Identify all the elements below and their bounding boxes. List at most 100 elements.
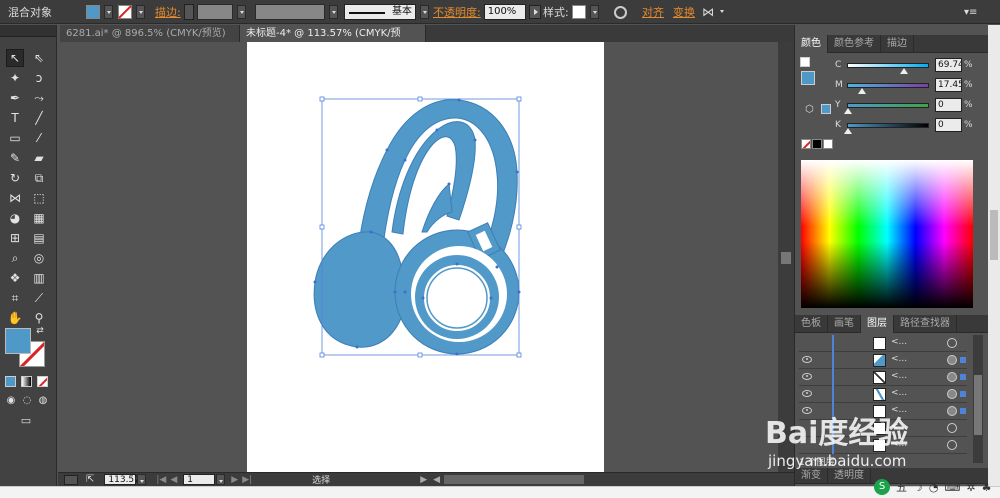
keyboard-icon[interactable]: ⌨ [944, 481, 960, 494]
opacity-label[interactable]: 不透明度: [433, 4, 481, 20]
black-value-input[interactable]: 0 [935, 118, 962, 132]
gradient-tool-icon[interactable]: ▤ [30, 229, 48, 247]
tab-gradient[interactable]: 渐变 [795, 468, 828, 484]
fill-swatch-control[interactable] [86, 4, 113, 20]
outer-scroll-thumb[interactable] [990, 210, 998, 260]
eraser-tool-icon[interactable]: ▰ [30, 149, 48, 167]
mesh-tool-icon[interactable]: ⊞ [6, 229, 24, 247]
magenta-slider[interactable] [847, 82, 929, 94]
last-artboard-icon[interactable]: ▶| [242, 475, 252, 485]
black-swatch[interactable] [812, 139, 822, 149]
canvas-area[interactable] [58, 42, 794, 472]
none-swatch[interactable] [801, 139, 811, 149]
target-icon[interactable] [947, 406, 957, 416]
draw-normal-icon[interactable]: ◉ [4, 393, 18, 407]
color-panel-fill-swatch[interactable] [801, 71, 815, 85]
selected-indicator[interactable] [960, 408, 966, 414]
curvature-tool-icon[interactable]: ⤳ [30, 89, 48, 107]
slice-tool-icon[interactable]: ⟋ [30, 289, 48, 307]
visibility-eye-icon[interactable] [802, 373, 812, 380]
share-icon[interactable]: ⇱ [86, 474, 94, 485]
stroke-weight-stepper[interactable] [183, 4, 194, 20]
recolor-artwork-icon[interactable] [614, 5, 627, 19]
zoom-level-input[interactable]: 113.57 [104, 474, 140, 485]
pen-tool-icon[interactable]: ✒ [6, 89, 24, 107]
selected-indicator[interactable] [960, 374, 966, 380]
visibility-eye-icon[interactable] [802, 390, 812, 397]
control-panel-menu-icon[interactable]: ▾≡ [964, 7, 977, 18]
tab-color[interactable]: 颜色 [795, 35, 828, 53]
layer-row[interactable]: <... [799, 386, 967, 403]
draw-behind-icon[interactable]: ◌ [20, 393, 34, 407]
prev-artboard-icon[interactable]: ◀ [170, 475, 177, 485]
moon-icon[interactable]: ☽ [913, 481, 923, 494]
transform-link[interactable]: 变换 [673, 4, 695, 20]
stroke-weight-label[interactable]: 描边: [155, 4, 181, 20]
visibility-eye-icon[interactable] [802, 356, 812, 363]
isolate-dropdown[interactable] [718, 5, 727, 19]
rotate-tool-icon[interactable]: ↻ [6, 169, 24, 187]
layer-row[interactable]: <... [799, 352, 967, 369]
fill-stroke-mini-icon[interactable] [800, 57, 810, 67]
opacity-flyout[interactable] [528, 5, 541, 19]
hscroll-left-icon[interactable]: ◀ [433, 475, 440, 485]
selected-indicator[interactable] [960, 357, 966, 363]
ime-mode[interactable]: 五 [896, 479, 907, 495]
slider-knob[interactable] [857, 87, 866, 94]
brush-dropdown[interactable] [420, 5, 429, 19]
lasso-tool-icon[interactable]: ↄ [30, 69, 48, 87]
target-icon[interactable] [947, 355, 957, 365]
variable-width-profile[interactable] [255, 4, 325, 20]
draw-inside-icon[interactable]: ◍ [36, 393, 50, 407]
target-icon[interactable] [947, 389, 957, 399]
fill-dropdown[interactable] [104, 5, 113, 19]
perspective-grid-tool-icon[interactable]: ▦ [30, 209, 48, 227]
next-artboard-icon[interactable]: ▶ [231, 475, 238, 485]
target-icon[interactable] [947, 423, 957, 433]
slider-knob[interactable] [844, 127, 852, 134]
paintbrush-tool-icon[interactable]: ⁄ [30, 129, 48, 147]
selected-indicator[interactable] [960, 391, 966, 397]
hand-tool-icon[interactable]: ✋ [6, 309, 24, 327]
direct-selection-tool-icon[interactable]: ⇖ [30, 49, 48, 67]
width-tool-icon[interactable]: ⋈ [6, 189, 24, 207]
horizontal-scrollbar[interactable] [444, 475, 585, 484]
fill-swatch[interactable] [86, 5, 100, 19]
out-of-gamut-cube-icon[interactable]: ⬡ [805, 104, 814, 115]
tab-swatches[interactable]: 色板 [795, 315, 828, 333]
headphone-artwork[interactable] [247, 42, 604, 472]
graphic-style-dropdown[interactable] [589, 5, 599, 19]
layer-row[interactable]: <... [799, 369, 967, 386]
punctuation-icon[interactable]: ◔ [929, 481, 939, 494]
layer-name[interactable]: <... [891, 337, 907, 347]
variable-width-dropdown[interactable] [329, 5, 338, 19]
first-artboard-icon[interactable]: |◀ [156, 475, 166, 485]
layer-row[interactable]: <... [799, 335, 967, 352]
target-icon[interactable] [947, 372, 957, 382]
black-slider[interactable] [844, 122, 929, 134]
align-link[interactable]: 对齐 [642, 4, 664, 20]
ime-logo-icon[interactable]: S [874, 479, 890, 495]
artboard-dropdown[interactable] [216, 474, 226, 485]
artboard-number-input[interactable]: 1 [183, 474, 216, 485]
layers-scrollbar[interactable] [973, 335, 983, 463]
isolate-icon[interactable]: ⋈ [702, 5, 714, 19]
scrollbar-thumb[interactable] [781, 252, 791, 264]
stroke-swatch-control[interactable] [118, 4, 145, 20]
shape-builder-tool-icon[interactable]: ◕ [6, 209, 24, 227]
cyan-slider[interactable] [847, 62, 929, 74]
eyedropper-tool-icon[interactable]: ⌕ [6, 249, 24, 267]
tab-pathfinder[interactable]: 路径查找器 [894, 315, 957, 333]
artboard-tool-icon[interactable]: ⌗ [6, 289, 24, 307]
screen-mode-icon[interactable]: ▭ [17, 413, 35, 427]
slider-knob[interactable] [900, 67, 908, 74]
tab-transparency[interactable]: 透明度 [828, 468, 871, 484]
color-spectrum[interactable] [801, 160, 973, 308]
free-transform-tool-icon[interactable]: ⬚ [30, 189, 48, 207]
zoom-dropdown[interactable] [137, 474, 147, 485]
stroke-weight-input[interactable] [196, 4, 233, 20]
scale-tool-icon[interactable]: ⧉ [30, 169, 48, 187]
web-safe-swatch[interactable] [821, 104, 831, 114]
target-icon[interactable] [947, 440, 957, 450]
tab-color-guide[interactable]: 颜色参考 [828, 35, 881, 53]
